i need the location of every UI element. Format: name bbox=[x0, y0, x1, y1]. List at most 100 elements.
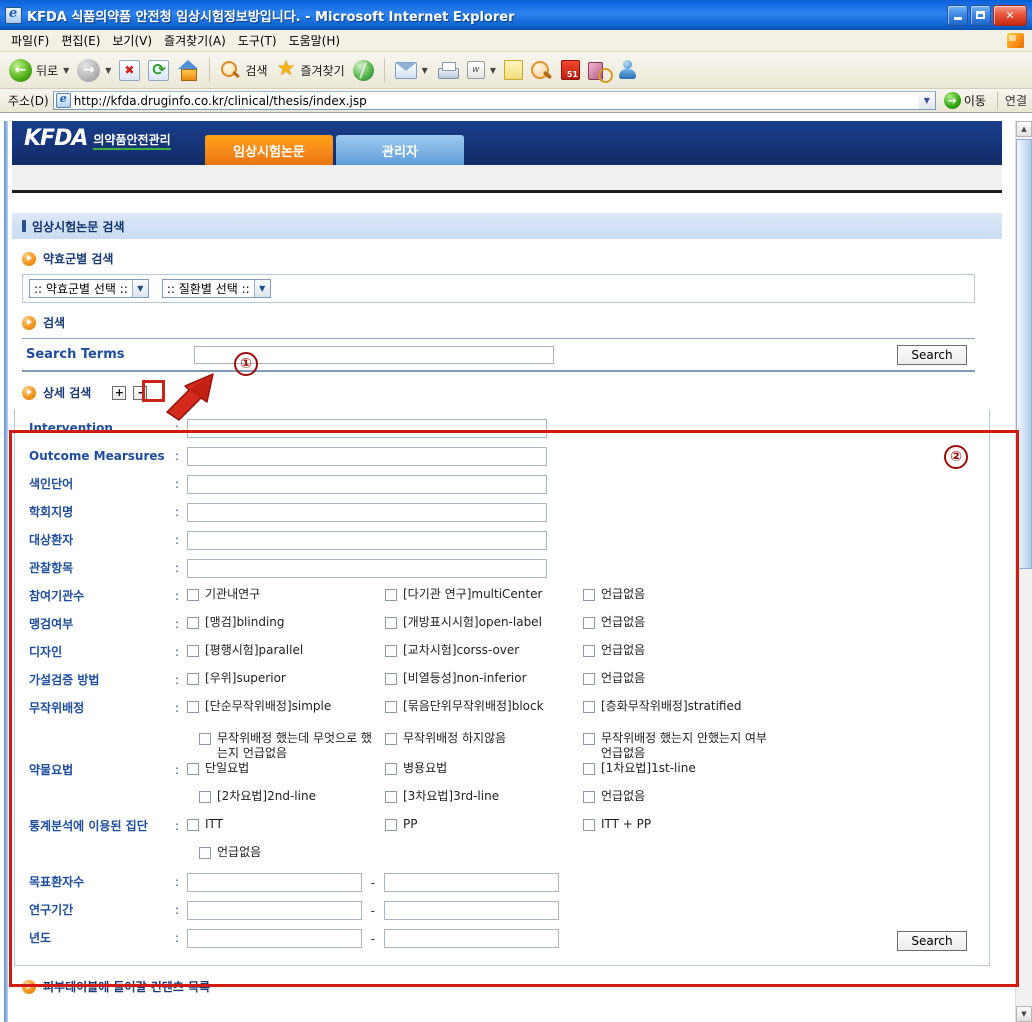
menu-item-favorites[interactable]: 즐겨찾기(A) bbox=[161, 30, 235, 51]
checkbox-icon[interactable] bbox=[385, 819, 397, 831]
tab-admin[interactable]: 관리자 bbox=[336, 135, 464, 165]
checkbox-icon[interactable] bbox=[385, 589, 397, 601]
checkbox-option[interactable]: [개방표시시험]open-label bbox=[385, 615, 583, 630]
checkbox-option[interactable]: 무작위배정 했는지 안했는지 여부 언급없음 bbox=[583, 731, 781, 761]
checkbox-icon[interactable] bbox=[385, 733, 397, 745]
menu-item-tools[interactable]: 도구(T) bbox=[235, 30, 286, 51]
forward-button[interactable]: → ▼ bbox=[74, 58, 114, 82]
index-word-input[interactable] bbox=[187, 475, 547, 494]
checkbox-icon[interactable] bbox=[385, 763, 397, 775]
expand-advanced-button[interactable]: + bbox=[112, 385, 127, 400]
address-input[interactable]: http://kfda.druginfo.co.kr/clinical/thes… bbox=[52, 91, 936, 110]
search-button[interactable]: 검색 bbox=[217, 60, 270, 81]
checkbox-icon[interactable] bbox=[583, 589, 595, 601]
intervention-input[interactable] bbox=[187, 419, 547, 438]
checkbox-icon[interactable] bbox=[187, 589, 199, 601]
target-patients-from-input[interactable] bbox=[187, 873, 362, 892]
year-to-input[interactable] bbox=[383, 929, 559, 948]
checkbox-option[interactable]: [비열등성]non-inferior bbox=[385, 671, 583, 686]
checkbox-icon[interactable] bbox=[583, 763, 595, 775]
checkbox-option[interactable]: 언급없음 bbox=[583, 671, 781, 686]
checkbox-icon[interactable] bbox=[187, 673, 199, 685]
checkbox-option[interactable]: 언급없음 bbox=[583, 789, 781, 804]
checkbox-option[interactable]: [1차요법]1st-line bbox=[583, 761, 781, 776]
checkbox-option[interactable]: [층화무작위배정]stratified bbox=[583, 699, 781, 714]
checkbox-option[interactable]: 병용요법 bbox=[385, 761, 583, 776]
checkbox-icon[interactable] bbox=[187, 617, 199, 629]
checkbox-icon[interactable] bbox=[583, 617, 595, 629]
checkbox-icon[interactable] bbox=[583, 791, 595, 803]
checkbox-option[interactable]: [우위]superior bbox=[187, 671, 385, 686]
maximize-button[interactable] bbox=[970, 4, 991, 26]
print-button[interactable] bbox=[433, 61, 462, 80]
checkbox-icon[interactable] bbox=[199, 733, 211, 745]
media-button[interactable] bbox=[350, 59, 377, 81]
checkbox-option[interactable]: PP bbox=[385, 817, 583, 832]
links-button[interactable]: 연결 bbox=[1005, 92, 1030, 109]
target-patients-to-input[interactable] bbox=[383, 873, 559, 892]
messenger-button[interactable] bbox=[614, 60, 641, 80]
minimize-button[interactable] bbox=[947, 4, 968, 26]
study-period-to-input[interactable] bbox=[383, 901, 559, 920]
favorites-button[interactable]: ★ 즐겨찾기 bbox=[273, 58, 348, 80]
checkbox-icon[interactable] bbox=[199, 847, 211, 859]
checkbox-icon[interactable] bbox=[199, 791, 211, 803]
checkbox-icon[interactable] bbox=[385, 701, 397, 713]
checkbox-option[interactable]: ITT bbox=[187, 817, 385, 832]
checkbox-option[interactable]: [묶음단위무작위배정]block bbox=[385, 699, 583, 714]
scroll-up-icon[interactable]: ▲ bbox=[1016, 121, 1032, 137]
checkbox-icon[interactable] bbox=[583, 701, 595, 713]
zoom-button[interactable] bbox=[528, 60, 556, 81]
checkbox-option[interactable]: [2차요법]2nd-line bbox=[187, 789, 385, 804]
checkbox-option[interactable]: 기관내연구 bbox=[187, 587, 385, 602]
site-logo[interactable]: KFDA 의약품안전관리 bbox=[24, 128, 171, 150]
checkbox-icon[interactable] bbox=[187, 763, 199, 775]
checkbox-icon[interactable] bbox=[385, 791, 397, 803]
checkbox-icon[interactable] bbox=[385, 673, 397, 685]
menu-item-edit[interactable]: 편집(E) bbox=[58, 30, 109, 51]
refresh-button[interactable] bbox=[145, 59, 172, 81]
checkbox-icon[interactable] bbox=[187, 645, 199, 657]
checkbox-icon[interactable] bbox=[187, 819, 199, 831]
outcome-measures-input[interactable] bbox=[187, 447, 547, 466]
journal-name-input[interactable] bbox=[187, 503, 547, 522]
observation-item-input[interactable] bbox=[187, 559, 547, 578]
home-button[interactable] bbox=[174, 60, 202, 81]
tools-button[interactable] bbox=[585, 60, 613, 83]
tab-clinical-thesis[interactable]: 임상시험논문 bbox=[205, 135, 333, 165]
checkbox-icon[interactable] bbox=[583, 733, 595, 745]
checkbox-option[interactable]: 언급없음 bbox=[187, 845, 385, 860]
checkbox-option[interactable]: [3차요법]3rd-line bbox=[385, 789, 583, 804]
checkbox-option[interactable]: 단일요법 bbox=[187, 761, 385, 776]
checkbox-option[interactable]: 언급없음 bbox=[583, 615, 781, 630]
checkbox-icon[interactable] bbox=[583, 645, 595, 657]
study-period-from-input[interactable] bbox=[187, 901, 362, 920]
scroll-down-icon[interactable]: ▼ bbox=[1016, 1006, 1032, 1022]
checkbox-icon[interactable] bbox=[187, 701, 199, 713]
checkbox-option[interactable]: 언급없음 bbox=[583, 643, 781, 658]
back-button[interactable]: ← 뒤로 ▼ bbox=[6, 58, 72, 82]
stop-button[interactable] bbox=[116, 59, 143, 81]
drug-group-select[interactable]: :: 약효군별 선택 :: ▼ bbox=[29, 279, 149, 298]
edit-button[interactable]: w ▼ bbox=[464, 61, 499, 79]
checkbox-icon[interactable] bbox=[583, 819, 595, 831]
close-button[interactable]: ✕ bbox=[993, 4, 1027, 26]
menu-item-view[interactable]: 보기(V) bbox=[109, 30, 161, 51]
search-terms-input[interactable] bbox=[194, 345, 554, 364]
mail-button[interactable]: ▼ bbox=[392, 61, 431, 79]
checkbox-icon[interactable] bbox=[385, 645, 397, 657]
checkbox-option[interactable]: [다기관 연구]multiCenter bbox=[385, 587, 583, 602]
disease-select[interactable]: :: 질환별 선택 :: ▼ bbox=[161, 279, 271, 298]
page-scrollbar[interactable]: ▲ ▼ bbox=[1015, 121, 1032, 1022]
address-dropdown-icon[interactable]: ▼ bbox=[918, 92, 935, 109]
menu-item-help[interactable]: 도움말(H) bbox=[286, 30, 350, 51]
checkbox-option[interactable]: [교차시험]corss-over bbox=[385, 643, 583, 658]
checkbox-icon[interactable] bbox=[583, 673, 595, 685]
checkbox-option[interactable]: 언급없음 bbox=[583, 587, 781, 602]
notes-button[interactable] bbox=[501, 60, 526, 80]
search-button-top[interactable]: Search bbox=[897, 344, 967, 365]
checkbox-option[interactable]: [평행시험]parallel bbox=[187, 643, 385, 658]
checkbox-option[interactable]: ITT + PP bbox=[583, 817, 781, 832]
target-patient-input[interactable] bbox=[187, 531, 547, 550]
checkbox-option[interactable]: [단순무작위배정]simple bbox=[187, 699, 385, 714]
